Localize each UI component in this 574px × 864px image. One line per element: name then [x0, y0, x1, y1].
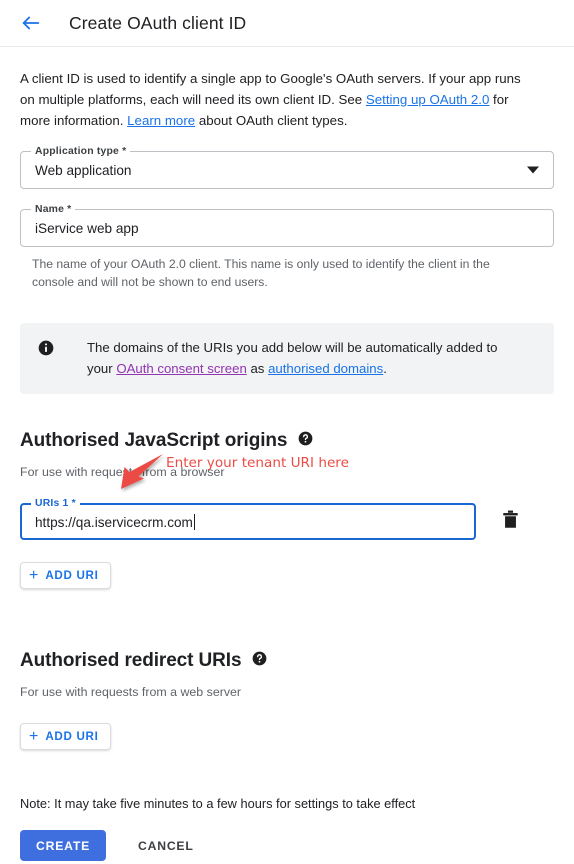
page-title: Create OAuth client ID [69, 12, 247, 33]
application-type-select[interactable]: Application type * Web application [20, 145, 554, 189]
arrow-left-icon [20, 12, 42, 34]
info-icon [38, 340, 54, 361]
intro-paragraph: A client ID is used to identify a single… [20, 68, 522, 131]
application-type-value: Web application [35, 162, 132, 178]
banner-text: The domains of the URIs you add below wi… [87, 337, 507, 379]
redirect-uris-title: Authorised redirect URIs [20, 650, 242, 671]
help-circle-icon[interactable] [298, 431, 313, 451]
redirect-uris-subtitle: For use with requests from a web server [20, 685, 242, 699]
authorised-domains-link[interactable]: authorised domains [268, 361, 383, 376]
name-field-helper-text: The name of your OAuth 2.0 client. This … [32, 257, 490, 289]
redirect-uris-add-uri-button[interactable]: + ADD URI [20, 723, 111, 750]
trash-icon [502, 510, 519, 534]
plus-icon: + [29, 566, 39, 584]
name-field[interactable]: Name * iService web app [20, 203, 554, 247]
help-circle-icon[interactable] [252, 651, 267, 671]
cancel-button[interactable]: CANCEL [138, 839, 194, 853]
js-origins-add-uri-button[interactable]: + ADD URI [20, 562, 111, 589]
application-type-label: Application type * [31, 145, 131, 158]
create-button[interactable]: CREATE [20, 830, 107, 861]
name-field-value: iService web app [35, 220, 139, 236]
redirect-uris-section-header: Authorised redirect URIs [20, 650, 554, 672]
oauth-consent-screen-link[interactable]: OAuth consent screen [116, 361, 246, 376]
learn-more-link[interactable]: Learn more [127, 113, 195, 128]
redirect-uris-add-uri-label: ADD URI [45, 730, 99, 743]
action-buttons: CREATE CANCEL [20, 830, 554, 861]
text-cursor [193, 513, 195, 530]
js-origins-add-uri-label: ADD URI [45, 569, 99, 582]
js-origins-title: Authorised JavaScript origins [20, 430, 288, 451]
uri-1-label: URIs 1 * [31, 497, 80, 510]
delete-uri-1-button[interactable] [497, 509, 523, 535]
banner-text-2: as [246, 361, 269, 376]
js-origins-uri-row: URIs 1 * https://qa.iservicecrm.com [20, 497, 554, 540]
uri-1-text: https://qa.iservicecrm.com [35, 514, 193, 530]
page-content: A client ID is used to identify a single… [0, 68, 574, 861]
plus-icon: + [29, 727, 39, 745]
js-origins-subtitle: For use with requests from a browser [20, 465, 225, 479]
settings-note: Note: It may take five minutes to a few … [20, 796, 416, 811]
js-origins-section-header: Authorised JavaScript origins [20, 430, 554, 452]
setting-up-oauth-link[interactable]: Setting up OAuth 2.0 [366, 92, 489, 107]
name-field-label: Name * [31, 203, 76, 216]
domains-info-banner: The domains of the URIs you add below wi… [20, 323, 554, 394]
banner-text-3: . [383, 361, 387, 376]
back-button[interactable] [16, 8, 46, 38]
intro-text-3: about OAuth client types. [195, 113, 348, 128]
page-header: Create OAuth client ID [0, 0, 574, 47]
uri-1-input[interactable]: URIs 1 * https://qa.iservicecrm.com [20, 497, 476, 540]
uri-1-value: https://qa.iservicecrm.com [35, 513, 195, 530]
chevron-down-icon [527, 166, 539, 174]
